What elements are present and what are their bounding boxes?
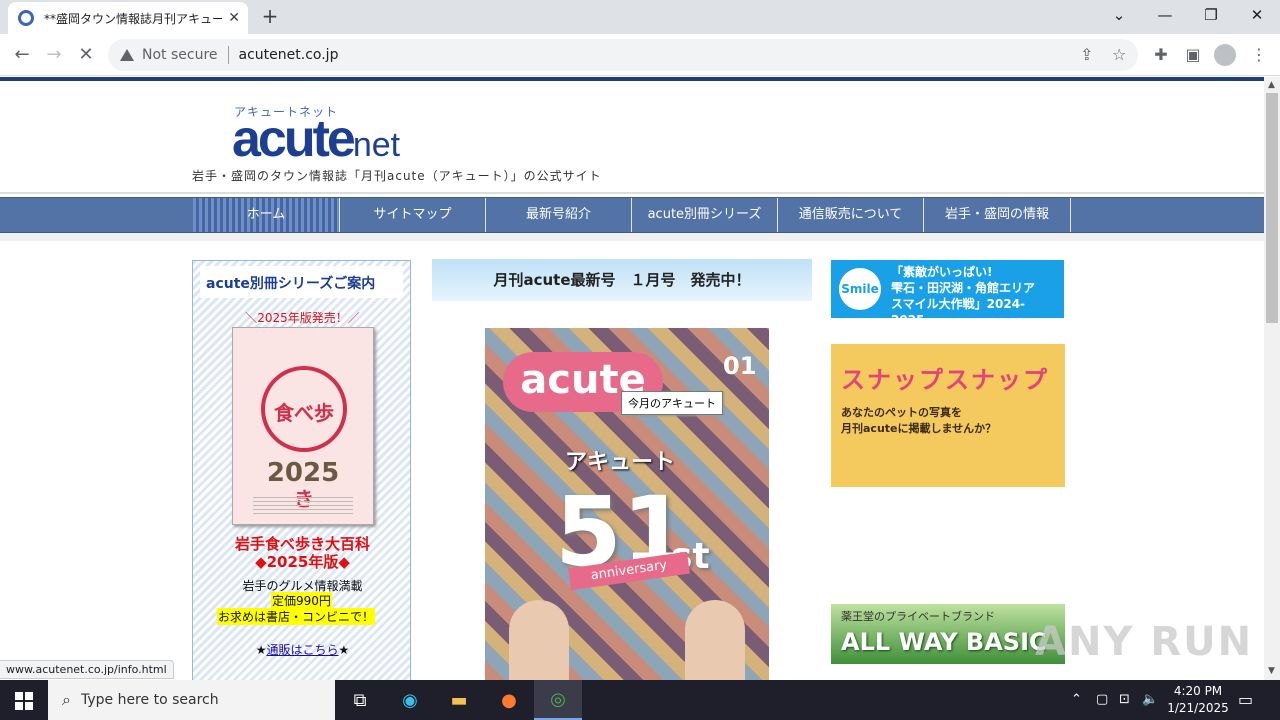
- image-tooltip: 今月のアキュート: [621, 391, 723, 415]
- restore-icon[interactable]: ❐: [1197, 4, 1225, 26]
- address-bar[interactable]: Not secure acutenet.co.jp ⇪ ☆: [108, 39, 1138, 71]
- tray-chevron-icon[interactable]: ⌃: [1071, 680, 1082, 720]
- tab-search-icon[interactable]: ⌄: [1105, 4, 1133, 26]
- divider: [227, 46, 229, 64]
- nav-sitemap[interactable]: サイトマップ: [340, 198, 486, 232]
- search-icon: ⌕: [62, 690, 71, 709]
- edge-icon[interactable]: ◉: [386, 680, 434, 720]
- clock-time: 4:20 PM: [1173, 684, 1223, 698]
- volume-icon[interactable]: 🔈: [1142, 680, 1158, 720]
- smile-logo: Smile: [839, 268, 881, 310]
- status-bar-url: www.acutenet.co.jp/info.html: [0, 660, 174, 679]
- task-view-icon[interactable]: ⧉: [336, 680, 384, 720]
- star-prefix: ★: [255, 643, 267, 657]
- smile-banner-line3: スマイル大作戦」2024-2025: [891, 297, 1026, 327]
- stop-loading-icon[interactable]: ✕: [73, 42, 99, 68]
- share-icon[interactable]: ⇪: [1080, 45, 1093, 64]
- windows-taskbar: ⌕ Type here to search ⧉ ◉ ▬ ● ◎ ⌃ ▢ ⊡ 🔈 …: [0, 680, 1280, 720]
- series-box-title: acute別冊シリーズご案内: [200, 266, 403, 298]
- extensions-icon[interactable]: ✚: [1150, 44, 1172, 66]
- file-explorer-icon[interactable]: ▬: [435, 680, 483, 720]
- tab-strip: **盛岡タウン情報誌月刊アキュート( ✕ + ⌄ — ❐ ✕: [0, 0, 1280, 34]
- firefox-icon[interactable]: ●: [485, 680, 533, 720]
- magazine-cover-image[interactable]: acute 01 アキュート 51 st anniversary: [485, 328, 769, 680]
- mail-order-line: ★通販はこちら★: [193, 641, 412, 658]
- book-edition: ◆2025年版◆: [255, 553, 350, 571]
- bookmark-star-icon[interactable]: ☆: [1112, 45, 1126, 64]
- nav-iwate-info[interactable]: 岩手・盛岡の情報: [924, 198, 1071, 232]
- scroll-down-arrow-icon[interactable]: ▼: [1268, 666, 1275, 676]
- book-cover-text-lines: [253, 496, 353, 514]
- profile-avatar[interactable]: [1214, 44, 1236, 66]
- back-icon[interactable]: ←: [9, 42, 35, 68]
- web-page: アキュートネット acutenet 岩手・盛岡のタウン情報誌「月刊acute（ア…: [0, 77, 1264, 680]
- divider: [0, 192, 1264, 194]
- site-favicon-icon: [18, 10, 34, 26]
- close-tab-icon[interactable]: ✕: [228, 10, 240, 26]
- new-release-notice: ＼2025年版発売！／: [245, 311, 360, 325]
- cover-issue-number: 01: [723, 352, 757, 380]
- tray-device-icon[interactable]: ▢: [1096, 680, 1108, 720]
- all-way-basic-banner[interactable]: 薬王堂のプライベートブランド ALL WAY BASIC: [831, 604, 1065, 664]
- book-cover-emblem: 食べ歩き: [261, 366, 347, 511]
- nav-special-series[interactable]: acute別冊シリーズ: [632, 198, 778, 232]
- book-cover-image[interactable]: 食べ歩き 2025: [232, 327, 374, 525]
- scroll-thumb[interactable]: [1266, 93, 1278, 323]
- mail-order-link[interactable]: 通販はこちら: [266, 643, 338, 657]
- windows-start-icon[interactable]: [0, 680, 48, 720]
- scroll-up-arrow-icon[interactable]: ▲: [1268, 80, 1275, 90]
- chrome-icon[interactable]: ◎: [534, 680, 582, 720]
- yakuodo-banner-subtitle: 薬王堂のプライベートブランド: [841, 610, 995, 623]
- cover-katakana: アキュート: [565, 450, 676, 475]
- book-price: 定価990円: [271, 592, 332, 609]
- new-tab-button[interactable]: +: [258, 5, 282, 29]
- page-scrollbar[interactable]: ▲ ▼: [1264, 77, 1280, 680]
- purchase-note: お求めは書店・コンビニで！: [217, 608, 376, 625]
- clock-date: 1/21/2025: [1167, 701, 1229, 715]
- yakuodo-banner-title: ALL WAY BASIC: [841, 628, 1047, 656]
- star-suffix: ★: [338, 643, 350, 657]
- snap-banner-title: スナップスナップ: [841, 366, 1049, 394]
- cover-person-left: [509, 600, 569, 680]
- close-window-icon[interactable]: ✕: [1243, 4, 1271, 26]
- menu-kebab-icon[interactable]: ⋮: [1248, 44, 1270, 66]
- top-border: [0, 77, 1264, 81]
- snap-snap-banner[interactable]: スナップスナップ あなたのペットの写真を 月刊acuteに掲載しませんか？: [831, 344, 1065, 487]
- browser-toolbar: ← → ✕ Not secure acutenet.co.jp ⇪ ☆ ✚ ▣ …: [0, 34, 1280, 76]
- nav-latest-issue[interactable]: 最新号紹介: [486, 198, 632, 232]
- nav-mail-order[interactable]: 通信販売について: [778, 198, 924, 232]
- tab-title: **盛岡タウン情報誌月刊アキュート(: [44, 11, 223, 26]
- special-series-box: acute別冊シリーズご案内 ＼2025年版発売！／ 食べ歩き 2025 岩手食…: [192, 260, 411, 680]
- side-panel-icon[interactable]: ▣: [1182, 44, 1204, 66]
- logo-net-text: net: [352, 126, 401, 164]
- site-logo[interactable]: acutenet: [232, 109, 400, 169]
- notifications-icon[interactable]: ▭: [1238, 680, 1253, 720]
- taskbar-clock[interactable]: 4:20 PM 1/21/2025: [1163, 683, 1233, 717]
- warning-icon: [120, 49, 134, 61]
- smile-campaign-banner[interactable]: Smile 「素敵がいっぱい! 雫石・田沢湖・角館エリア スマイル大作戦」202…: [831, 260, 1064, 327]
- latest-issue-heading: 月刊acute最新号 １月号 発売中！: [432, 259, 812, 301]
- smile-banner-line1: 「素敵がいっぱい!: [891, 265, 993, 279]
- browser-tab[interactable]: **盛岡タウン情報誌月刊アキュート( ✕: [8, 2, 248, 34]
- taskbar-search-placeholder: Type here to search: [80, 692, 219, 708]
- site-tagline: 岩手・盛岡のタウン情報誌「月刊acute（アキュート）」の公式サイト: [192, 169, 602, 183]
- snap-banner-line1: あなたのペットの写真を: [841, 406, 962, 419]
- snap-banner-line2: 月刊acuteに掲載しませんか？: [841, 422, 997, 435]
- book-cover-year: 2025: [266, 458, 340, 488]
- cover-person-right: [685, 600, 745, 680]
- logo-main-text: acute: [232, 110, 356, 168]
- network-icon[interactable]: ⊡: [1119, 680, 1130, 720]
- smile-banner-line2: 雫石・田沢湖・角館エリア: [891, 281, 1036, 295]
- nav-shadow-band: [0, 233, 1264, 241]
- forward-icon[interactable]: →: [41, 42, 67, 68]
- nav-home[interactable]: ホーム: [193, 198, 340, 232]
- main-nav: ホーム サイトマップ 最新号紹介 acute別冊シリーズ 通信販売について 岩手…: [0, 197, 1264, 233]
- anyrun-watermark: ANY RUN: [1035, 619, 1254, 665]
- minimize-icon[interactable]: —: [1151, 4, 1179, 26]
- security-label[interactable]: Not secure: [142, 47, 218, 63]
- taskbar-search[interactable]: ⌕ Type here to search: [48, 680, 335, 720]
- url-text[interactable]: acutenet.co.jp: [239, 47, 339, 63]
